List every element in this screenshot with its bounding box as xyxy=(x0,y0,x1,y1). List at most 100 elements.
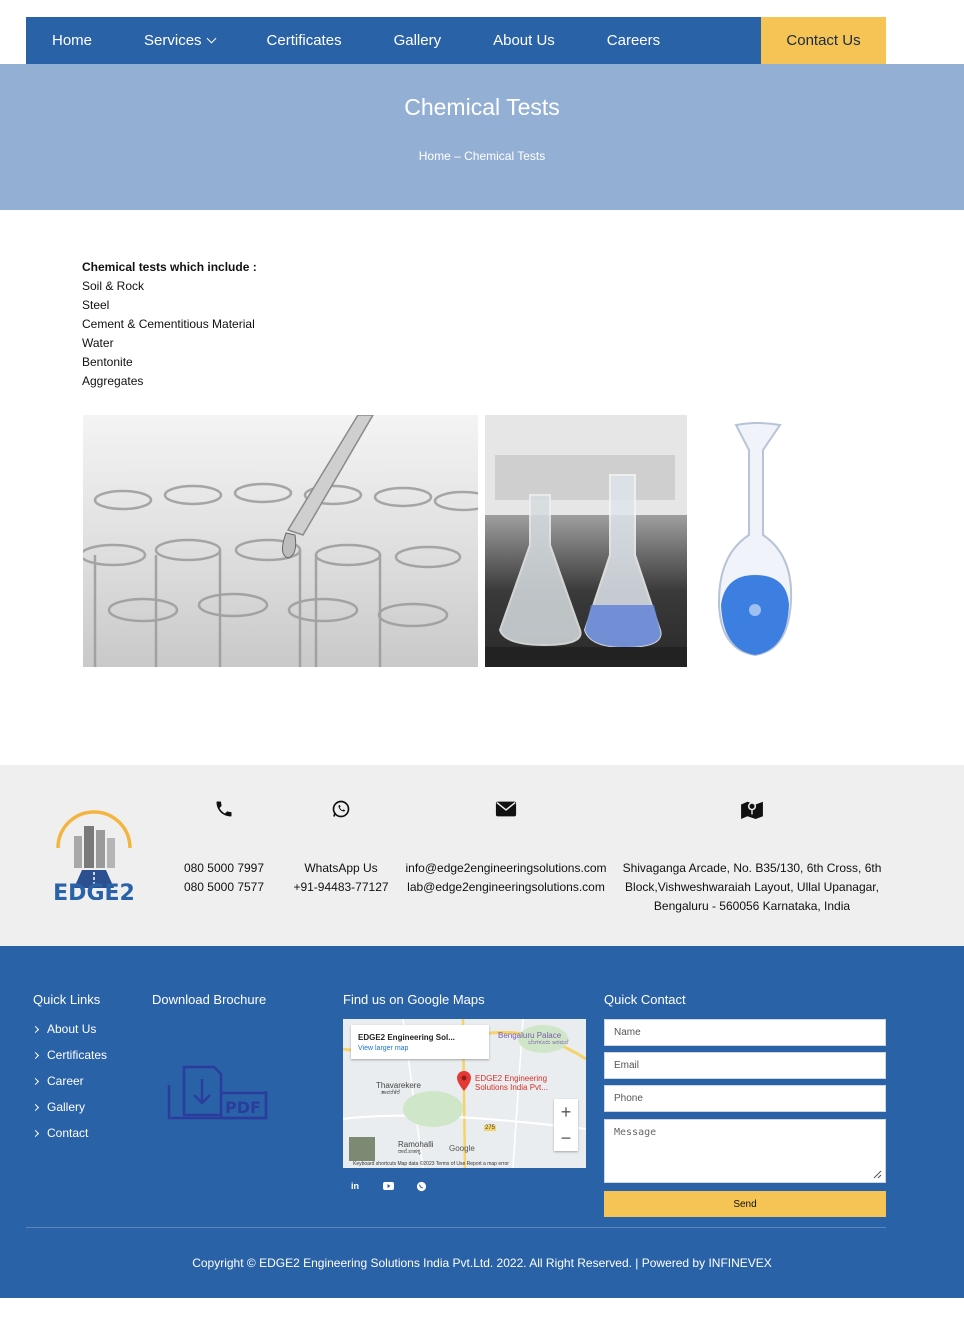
list-item: Soil & Rock xyxy=(82,279,145,293)
envelope-icon xyxy=(494,798,518,820)
quick-link-contact[interactable]: Contact xyxy=(31,1126,89,1140)
email-addresses[interactable]: info@edge2engineeringsolutions.com lab@e… xyxy=(400,859,612,897)
map-place-label: ತಾವರೆಕೆರೆ xyxy=(381,1090,400,1096)
nav-careers-label: Careers xyxy=(606,32,661,49)
google-map-embed[interactable]: EDGE2 Engineering Sol... View larger map… xyxy=(343,1019,586,1168)
nav-gallery-label: Gallery xyxy=(393,32,442,49)
edge2-logo[interactable]: EDGE2 xyxy=(44,808,144,900)
nav-about-us-label: About Us xyxy=(493,32,555,49)
zoom-out-button[interactable]: − xyxy=(554,1125,578,1151)
photo-gallery xyxy=(83,415,803,667)
message-placeholder: Message xyxy=(614,1127,657,1138)
list-item: Aggregates xyxy=(82,374,144,388)
page-banner: Chemical Tests Home – Chemical Tests xyxy=(0,64,964,210)
nav-services[interactable]: Services xyxy=(144,17,216,64)
phone-field[interactable]: Phone xyxy=(604,1085,886,1112)
pdf-download-icon[interactable]: PDF xyxy=(166,1063,270,1123)
address: Shivaganga Arcade, No. B35/130, 6th Cros… xyxy=(620,859,884,916)
nav-certificates[interactable]: Certificates xyxy=(267,17,342,64)
site-footer: Quick Links About Us Certificates Career… xyxy=(0,946,964,1298)
map-place-label: Bengaluru Palace xyxy=(498,1031,562,1040)
copyright-text: Copyright © EDGE2 Engineering Solutions … xyxy=(192,1256,772,1270)
map-marker-icon xyxy=(740,798,764,820)
map-place-label: Thavarekere xyxy=(376,1081,421,1090)
map-road-label: 275 xyxy=(484,1125,497,1131)
phone-number[interactable]: 080 5000 7997 xyxy=(174,859,274,878)
svg-text:PDF: PDF xyxy=(225,1098,261,1117)
pipette-test-tubes-image xyxy=(83,415,478,667)
page: Home Services Certificates Gallery About… xyxy=(0,0,964,1334)
address-line: Block,Vishweshwaraiah Layout, Ullal Upan… xyxy=(625,880,879,894)
map-zoom-control: + − xyxy=(554,1099,578,1151)
list-item: Water xyxy=(82,336,114,350)
phone-number[interactable]: 080 5000 7577 xyxy=(174,878,274,897)
address-line: Shivaganga Arcade, No. B35/130, 6th Cros… xyxy=(622,861,882,875)
map-card-title: EDGE2 Engineering Sol... xyxy=(358,1033,455,1042)
email-link[interactable]: info@edge2engineeringsolutions.com xyxy=(400,859,612,878)
quick-links-heading: Quick Links xyxy=(33,992,101,1007)
send-button[interactable]: Send xyxy=(604,1191,886,1217)
linkedin-icon[interactable]: in xyxy=(348,1179,362,1193)
map-pin-label: EDGE2 Engineering xyxy=(475,1074,548,1083)
quick-link-label: Gallery xyxy=(47,1100,86,1114)
address-line: Bengaluru - 560056 Karnataka, India xyxy=(653,899,851,913)
email-field[interactable]: Email xyxy=(604,1052,886,1079)
youtube-icon[interactable] xyxy=(381,1179,395,1193)
chevron-right-icon xyxy=(31,1077,40,1086)
list-item: Bentonite xyxy=(82,355,133,369)
whatsapp-label[interactable]: WhatsApp Us xyxy=(286,859,396,878)
whatsapp-icon xyxy=(329,798,353,820)
chevron-right-icon xyxy=(31,1025,40,1034)
logo-text: EDGE2 xyxy=(53,881,135,900)
quick-link-label: Contact xyxy=(47,1126,89,1140)
quick-link-gallery[interactable]: Gallery xyxy=(31,1100,86,1114)
email-link[interactable]: lab@edge2engineeringsolutions.com xyxy=(400,878,612,897)
nav-home-label: Home xyxy=(52,32,93,49)
map-info-card: EDGE2 Engineering Sol... View larger map xyxy=(351,1025,489,1059)
nav-careers[interactable]: Careers xyxy=(607,17,660,64)
quick-link-career[interactable]: Career xyxy=(31,1074,84,1088)
resize-grip-icon[interactable] xyxy=(872,1169,882,1179)
nav-certificates-label: Certificates xyxy=(266,32,342,49)
quick-contact-heading: Quick Contact xyxy=(604,992,686,1007)
contact-strip: EDGE2 080 5000 7997 080 5000 7577 WhatsA… xyxy=(0,765,964,946)
phone-numbers[interactable]: 080 5000 7997 080 5000 7577 xyxy=(174,859,274,897)
map-attribution[interactable]: Keyboard shortcuts Map data ©2023 Terms … xyxy=(353,1161,509,1167)
quick-link-label: About Us xyxy=(47,1022,97,1036)
contact-us-button[interactable]: Contact Us xyxy=(761,17,886,64)
page-title: Chemical Tests xyxy=(404,94,560,120)
whatsapp-contact[interactable]: WhatsApp Us +91-94483-77127 xyxy=(286,859,396,897)
breadcrumb[interactable]: Home – Chemical Tests xyxy=(0,149,964,163)
chevron-right-icon xyxy=(31,1129,40,1138)
tests-intro: Chemical tests which include : xyxy=(82,260,257,274)
name-field[interactable]: Name xyxy=(604,1019,886,1046)
zoom-in-button[interactable]: + xyxy=(554,1099,578,1125)
google-logo: Google xyxy=(449,1144,475,1153)
map-place-label: ಬೆಂಗಳೂರು ಅರಮನೆ xyxy=(528,1040,569,1046)
quick-link-about-us[interactable]: About Us xyxy=(31,1022,97,1036)
nav-about-us[interactable]: About Us xyxy=(493,17,555,64)
map-pin-icon[interactable] xyxy=(457,1071,471,1091)
nav-gallery[interactable]: Gallery xyxy=(394,17,442,64)
chevron-right-icon xyxy=(31,1103,40,1112)
view-larger-map-link[interactable]: View larger map xyxy=(358,1045,408,1052)
nav-services-label: Services xyxy=(144,32,202,49)
map-place-label: Ramohalli xyxy=(398,1140,434,1149)
maps-heading: Find us on Google Maps xyxy=(343,992,485,1007)
whatsapp-number[interactable]: +91-94483-77127 xyxy=(286,878,396,897)
map-pin-label: Solutions India Pvt... xyxy=(475,1083,548,1092)
chevron-down-icon xyxy=(206,33,216,43)
footer-divider xyxy=(26,1227,886,1228)
quick-link-certificates[interactable]: Certificates xyxy=(31,1048,107,1062)
list-item: Cement & Cementitious Material xyxy=(82,317,255,331)
whatsapp-icon[interactable] xyxy=(414,1179,428,1193)
volumetric-flask-image xyxy=(703,415,803,667)
conical-flasks-image xyxy=(485,415,687,667)
nav-home[interactable]: Home xyxy=(52,17,92,64)
map-place-label: ರಾಮೋಹಳ್ಳಿ xyxy=(398,1149,421,1155)
message-field[interactable]: Message xyxy=(604,1119,886,1183)
phone-icon xyxy=(212,798,236,820)
quick-link-label: Career xyxy=(47,1074,84,1088)
main-nav: Home Services Certificates Gallery About… xyxy=(26,17,886,64)
brochure-heading: Download Brochure xyxy=(152,992,267,1007)
